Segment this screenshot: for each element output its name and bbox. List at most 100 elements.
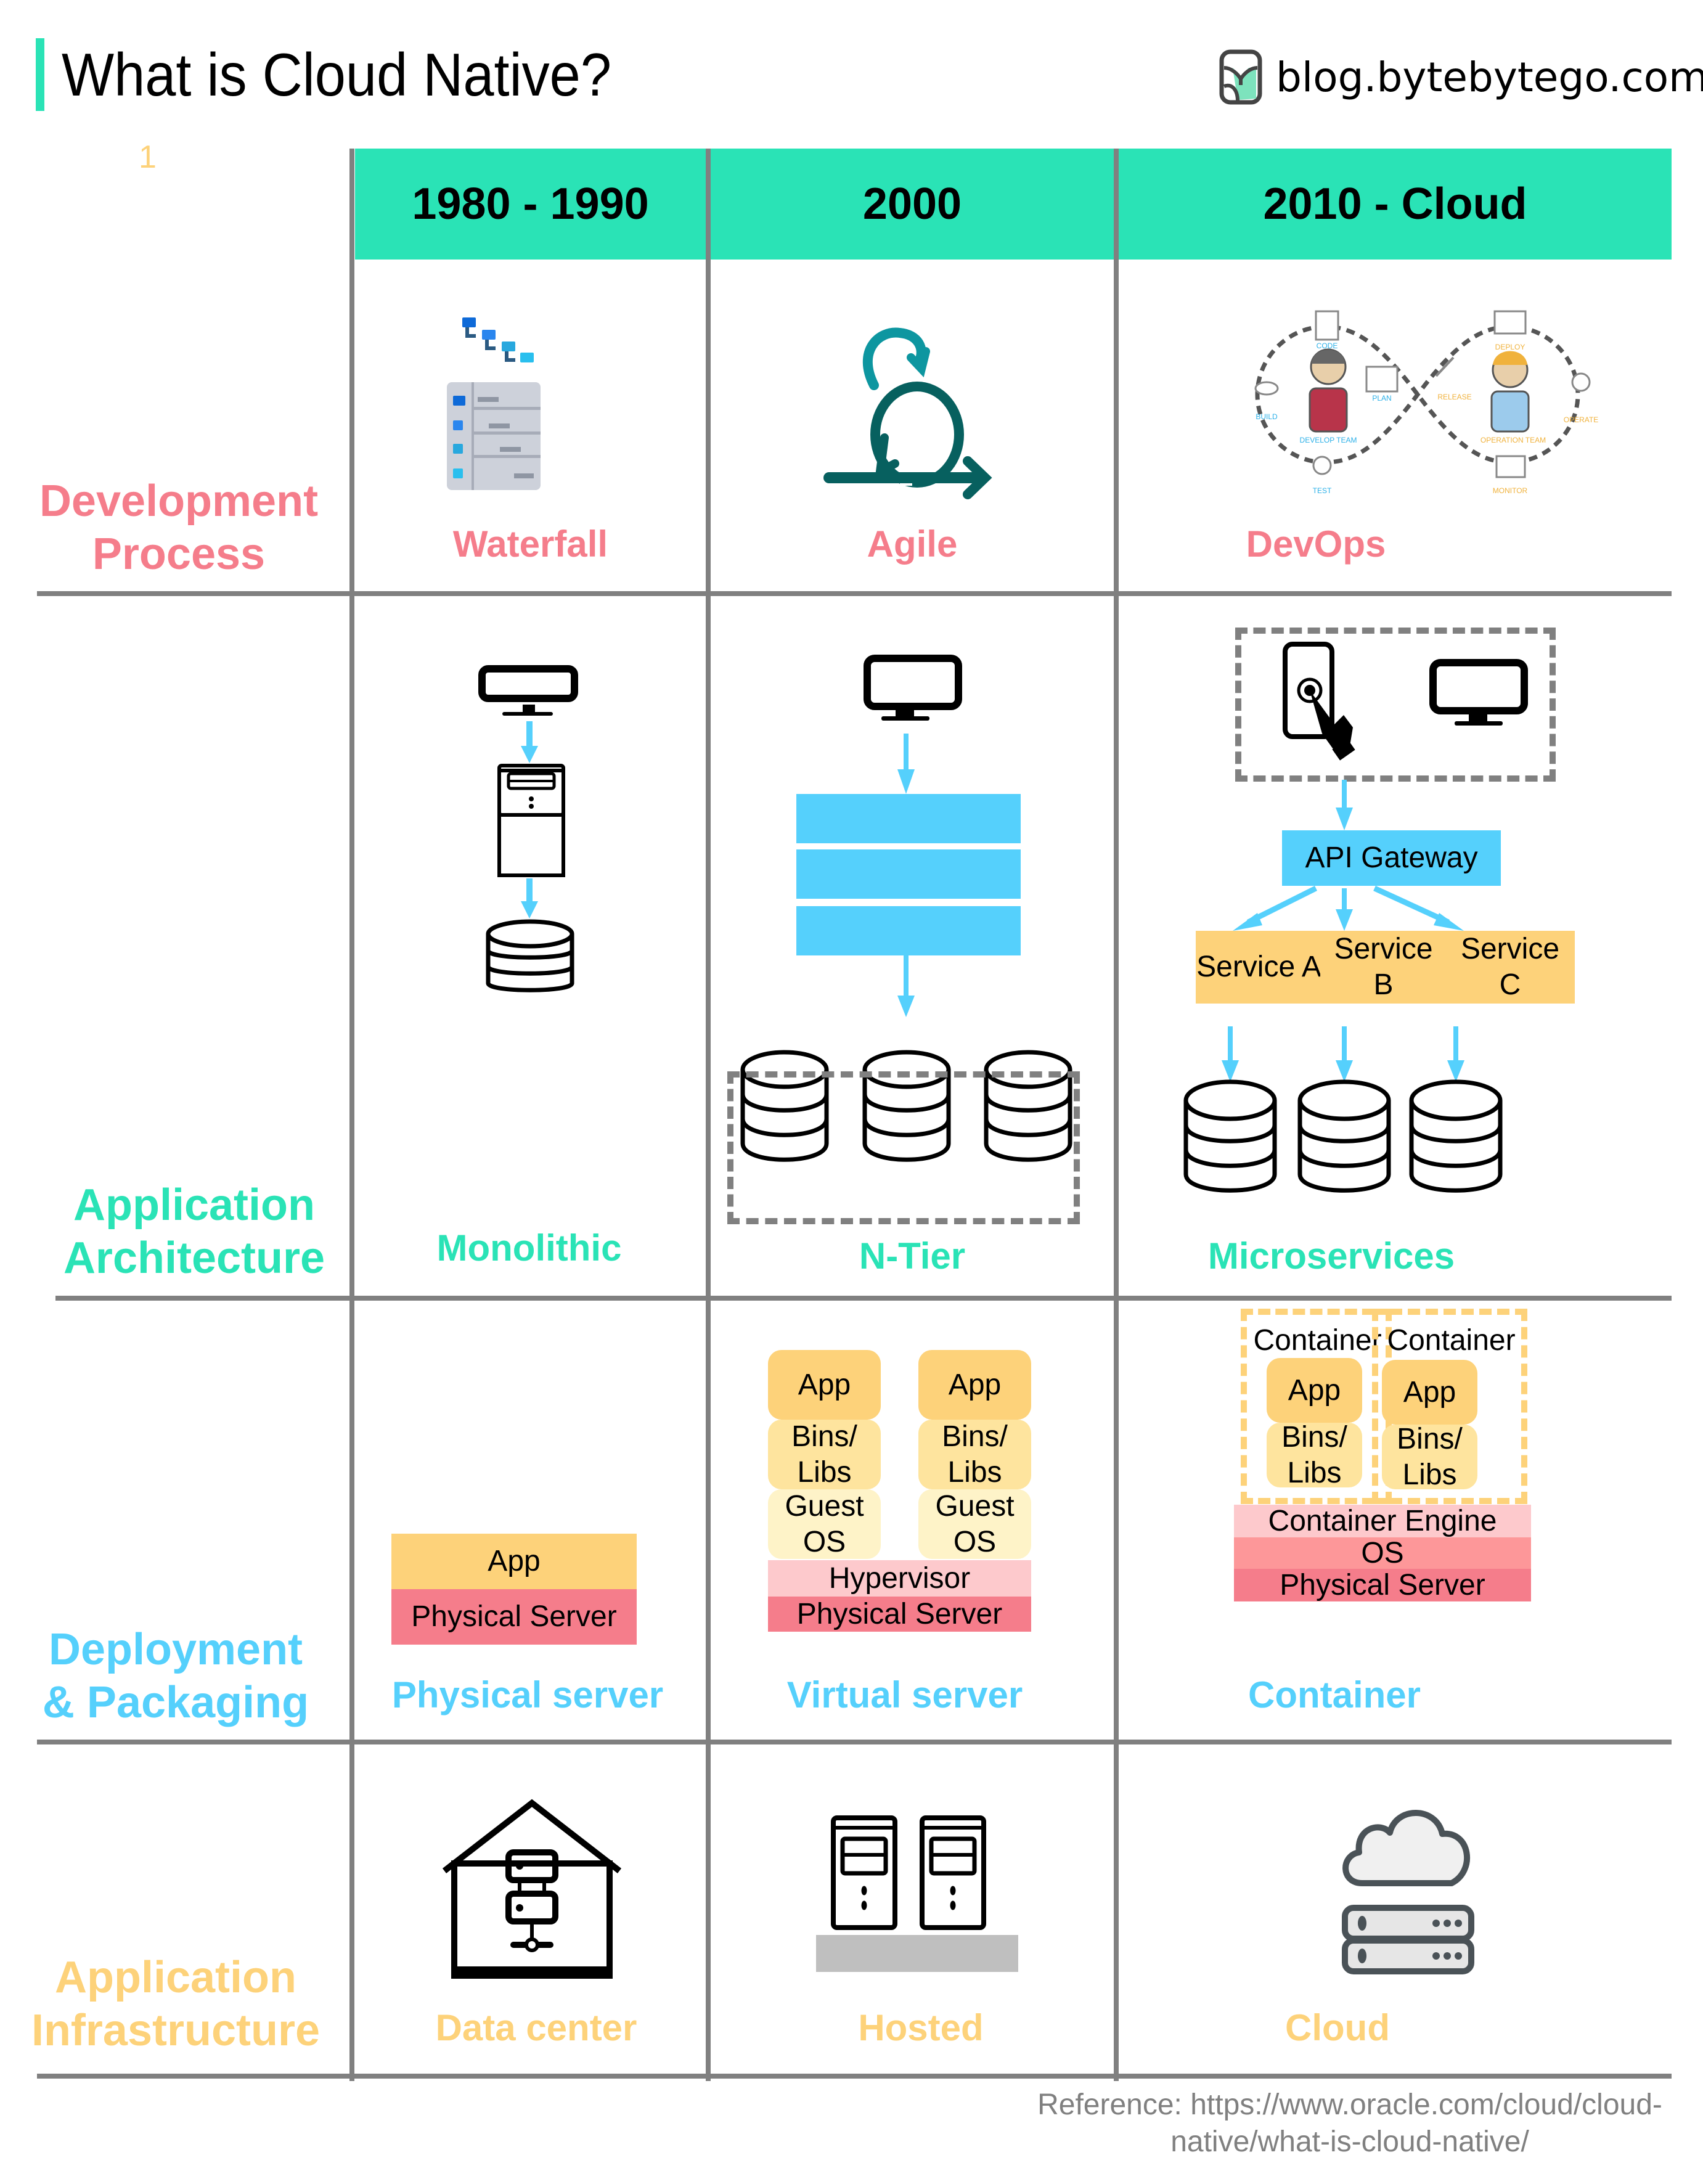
brand[interactable]: blog.bytebytego.com (1219, 43, 1703, 111)
row-label-architecture: Application Architecture (37, 1179, 351, 1285)
vm1-app-layer: App (768, 1350, 881, 1420)
grid-hline-deploy (37, 1740, 1672, 1744)
caption-physical-server: Physical server (391, 1674, 664, 1716)
layer-label: Libs (797, 1455, 852, 1489)
layer-label: OS (802, 1525, 846, 1558)
row-label-line: Application (73, 1180, 315, 1230)
virtual-physical-server-layer: Physical Server (768, 1597, 1031, 1632)
tier-block (796, 906, 1021, 955)
row-label-line: Application (55, 1953, 296, 2002)
brand-url: blog.bytebytego.com (1276, 53, 1703, 101)
mobile-touch-icon (1283, 642, 1355, 761)
monitor-icon (478, 665, 578, 716)
layer-label: OS (953, 1525, 997, 1558)
layer-label: Bins/ (791, 1420, 857, 1453)
service-label: Service (1334, 933, 1433, 965)
column-header-2000: 2000 (711, 149, 1114, 260)
column-header-1980: 1980 - 1990 (355, 149, 706, 260)
grid-hline-dev (37, 591, 1672, 596)
marker-number: 1 (139, 139, 157, 175)
devops-step-label: MONITOR (1493, 486, 1528, 495)
devops-infinity-icon: CODE PLAN BUILD TEST DEVELOP TEAM RELEAS… (1254, 310, 1598, 495)
service-a-box: Service A (1196, 931, 1322, 1004)
caption-virtual-server: Virtual server (786, 1674, 1023, 1716)
container-2-bins-layer: Bins/ Libs (1382, 1423, 1477, 1491)
bytebytego-logo-icon (1219, 49, 1262, 105)
layer-label: Libs (947, 1455, 1002, 1489)
vm2-bins-layer: Bins/ Libs (918, 1420, 1031, 1489)
container-2-label: Container (1387, 1324, 1516, 1357)
devops-step-label: PLAN (1372, 394, 1391, 403)
service-label: C (1499, 968, 1521, 1001)
database-icon (486, 919, 574, 992)
hypervisor-layer: Hypervisor (768, 1560, 1031, 1597)
container-1-label: Container (1253, 1324, 1382, 1357)
devops-step-label: OPERATION TEAM (1480, 436, 1546, 444)
container-1-bins-layer: Bins/ Libs (1267, 1420, 1362, 1489)
rack-base (816, 1935, 1018, 1972)
reference-note[interactable]: Reference: https://www.oracle.com/cloud/… (1023, 2087, 1676, 2161)
database-icon (1297, 1079, 1391, 1193)
grid-vline-1 (349, 149, 354, 2081)
caption-devops: DevOps (1246, 523, 1386, 565)
row-label-infrastructure: Application Infrastructure (18, 1951, 333, 2057)
server-tower-icon (920, 1815, 986, 1930)
api-gateway-box: API Gateway (1282, 830, 1501, 886)
row-label-line: Process (92, 530, 266, 579)
title-accent-bar (36, 38, 44, 111)
server-tower-icon (831, 1815, 897, 1930)
container-engine-layer: Container Engine (1234, 1505, 1531, 1537)
caption-data-center: Data center (435, 2007, 637, 2048)
layer-label: Guest (785, 1489, 864, 1523)
grid-vline-2 (706, 149, 711, 2081)
caption-container: Container (1248, 1674, 1421, 1716)
service-label: Service (1460, 933, 1560, 965)
hosted-servers-icon (816, 1815, 1018, 1972)
row-label-line: Architecture (63, 1233, 325, 1283)
container-2-app-layer: App (1382, 1360, 1477, 1425)
monolithic-diagram (478, 665, 578, 992)
container-1-app-layer: App (1267, 1358, 1362, 1423)
vm1-bins-layer: Bins/ Libs (768, 1420, 881, 1489)
row-label-line: Deployment (48, 1625, 303, 1674)
monitor-icon (1429, 659, 1528, 726)
layer-label: Libs (1402, 1458, 1457, 1491)
clients-icons (1283, 642, 1528, 761)
service-b-box: Service B (1320, 931, 1447, 1004)
row-label-line: Development (39, 476, 319, 526)
devops-step-label: OPERATE (1564, 415, 1598, 424)
row-label-line: Infrastructure (31, 2006, 321, 2055)
service-label: Service A (1196, 951, 1321, 983)
server-rack-icon (1342, 1905, 1474, 1974)
row-label-deployment: Deployment & Packaging (18, 1623, 333, 1729)
devops-step-label: RELEASE (1437, 393, 1471, 401)
physical-server-layer: Physical Server (391, 1589, 637, 1645)
database-icon (1409, 1079, 1503, 1193)
layer-label: Guest (935, 1489, 1015, 1523)
host-os-layer: OS (1234, 1537, 1531, 1569)
layer-label: Bins/ (1281, 1420, 1347, 1454)
caption-monolithic: Monolithic (436, 1227, 622, 1269)
server-icon (497, 764, 565, 817)
database-tier-group (727, 1071, 1080, 1224)
row-label-development: Development Process (25, 475, 333, 581)
page-title: What is Cloud Native? (62, 41, 611, 108)
grid-vline-3 (1114, 149, 1119, 2081)
column-header-2010: 2010 - Cloud (1119, 149, 1672, 260)
vm2-app-layer: App (918, 1350, 1031, 1420)
tier-block (796, 794, 1021, 843)
service-label: B (1373, 968, 1394, 1001)
cloud-icon (1342, 1810, 1470, 1886)
caption-cloud: Cloud (1285, 2007, 1390, 2048)
container-physical-server-layer: Physical Server (1234, 1569, 1531, 1601)
cloud-server-icon (1342, 1810, 1474, 1974)
devops-step-label: DEVELOP TEAM (1300, 436, 1357, 444)
layer-label: Libs (1287, 1456, 1342, 1489)
devops-step-label: DEPLOY (1495, 343, 1525, 351)
physical-app-layer: App (391, 1534, 637, 1589)
devops-step-label: BUILD (1256, 412, 1278, 421)
waterfall-icon (447, 317, 541, 490)
devops-step-label: TEST (1313, 486, 1332, 495)
service-c-box: Service C (1445, 931, 1575, 1004)
grid-hline-infra (37, 2074, 1672, 2079)
